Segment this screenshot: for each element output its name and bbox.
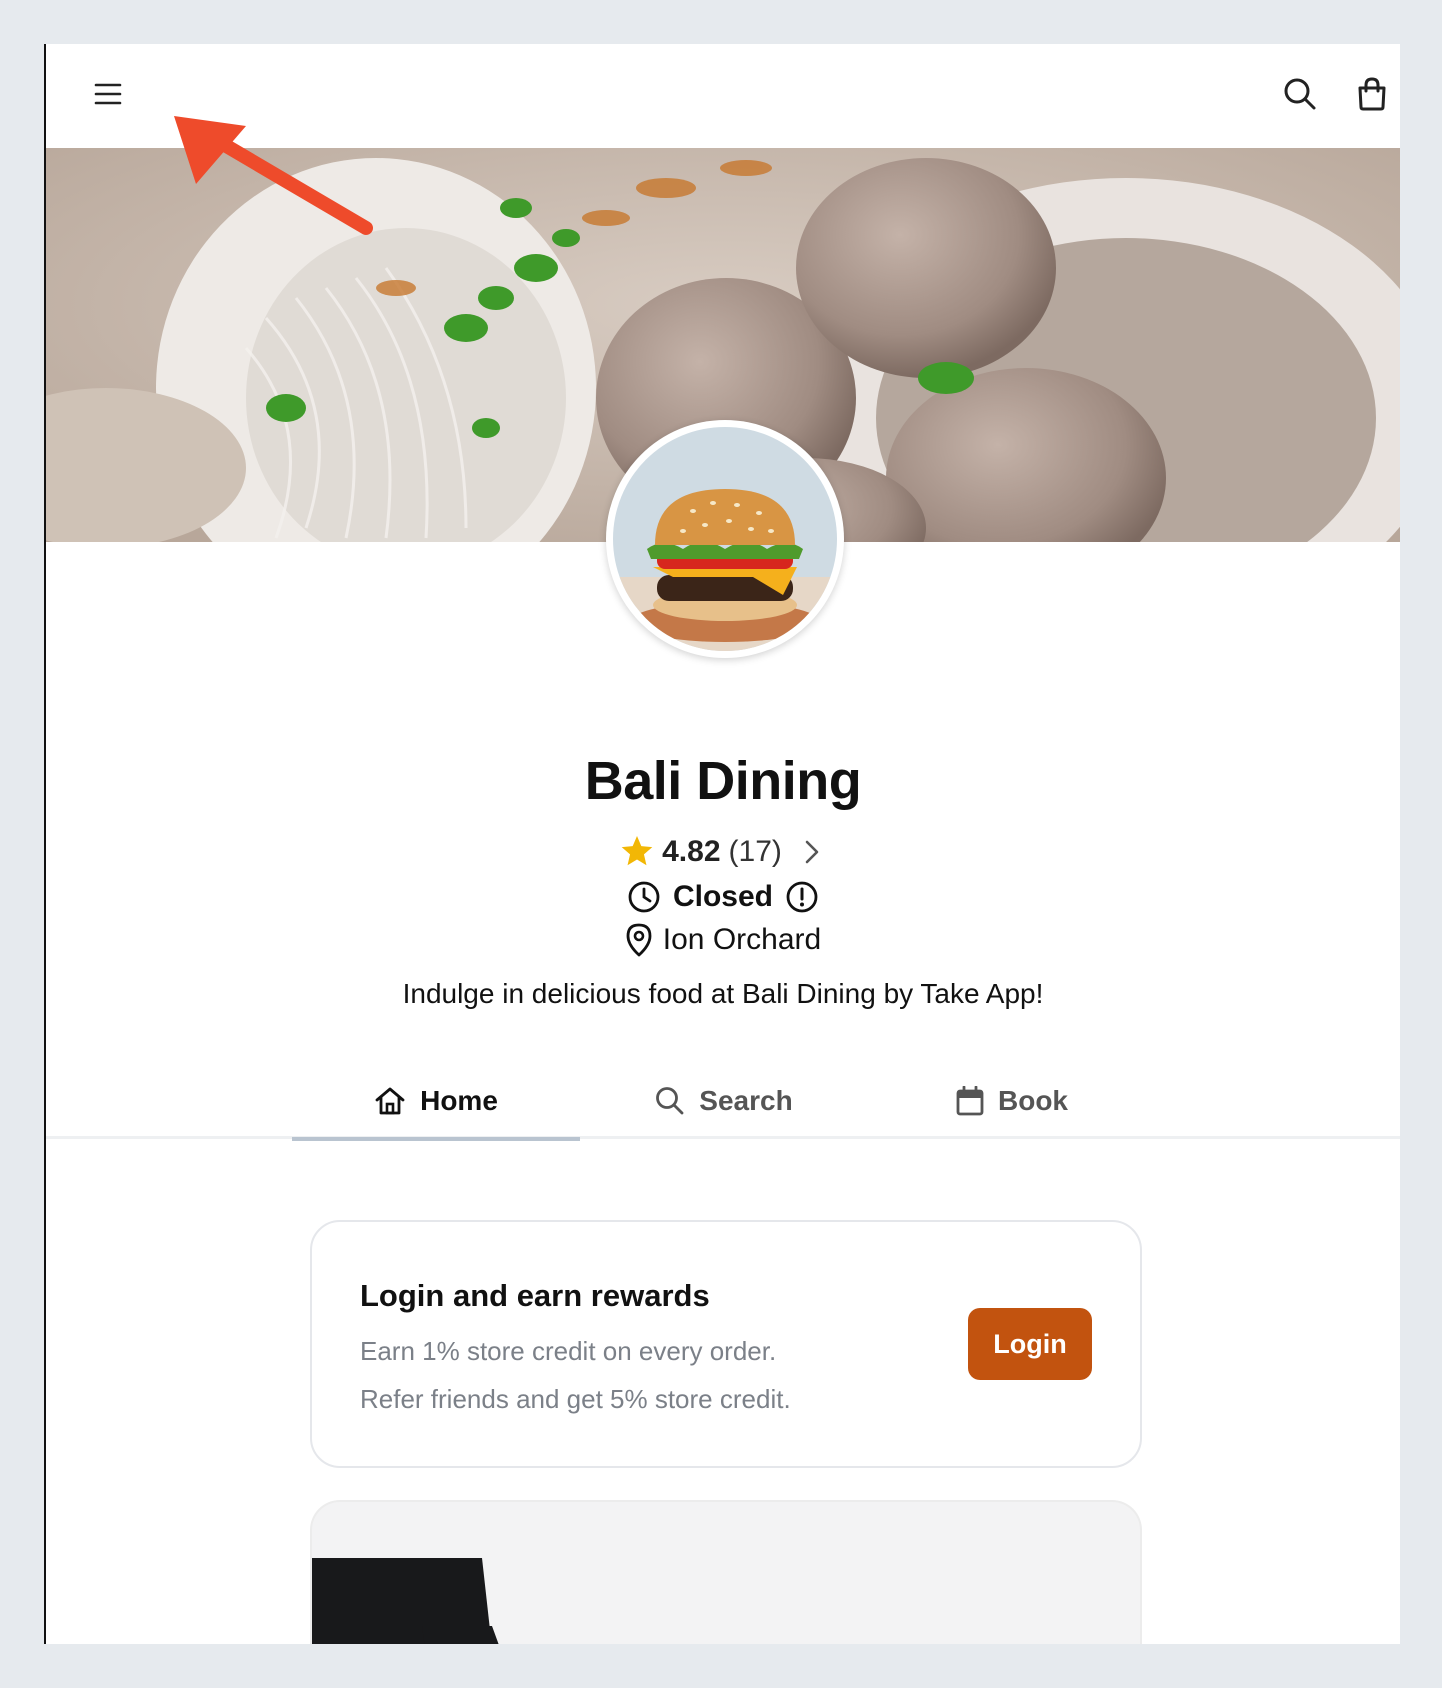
store-name: Bali Dining (584, 751, 862, 811)
hamburger-menu-icon (94, 83, 122, 105)
calendar-icon (956, 1086, 984, 1116)
rewards-title: Login and earn rewards (360, 1278, 710, 1313)
rewards-line-2: Refer friends and get 5% store credit. (360, 1384, 791, 1414)
tab-home[interactable]: Home (292, 1064, 580, 1141)
rewards-line-1: Earn 1% store credit on every order. (360, 1336, 777, 1366)
burger-logo-image (613, 427, 837, 651)
store-logo (606, 420, 844, 658)
location-row[interactable]: Ion Orchard (46, 920, 1400, 960)
star-icon (621, 836, 653, 866)
tab-search-label: Search (699, 1085, 793, 1116)
map-pin-icon (626, 923, 652, 957)
tab-book[interactable]: Book (868, 1064, 1156, 1138)
tab-search[interactable]: Search (580, 1064, 868, 1138)
search-icon (1284, 78, 1316, 110)
promo-banner-card[interactable] (310, 1500, 1142, 1644)
shopping-bag-icon (1358, 77, 1386, 111)
chevron-right-icon (805, 840, 819, 864)
home-icon (375, 1087, 405, 1115)
tab-book-label: Book (998, 1085, 1068, 1116)
search-button[interactable] (1272, 66, 1328, 122)
status-row[interactable]: Closed (46, 876, 1400, 918)
cart-button[interactable] (1344, 66, 1400, 122)
hamburger-menu-button[interactable] (80, 66, 136, 122)
rating-count: (17) (728, 835, 782, 868)
tab-home-label: Home (420, 1085, 498, 1116)
promo-banner-graphic (312, 1558, 499, 1644)
rating-row[interactable]: 4.82 (17) (46, 832, 1400, 872)
clock-icon (628, 881, 660, 913)
store-location: Ion Orchard (662, 923, 822, 956)
rewards-card: Login and earn rewards Earn 1% store cre… (310, 1220, 1142, 1468)
top-bar (46, 44, 1400, 148)
store-status: Closed (672, 880, 774, 913)
tab-bar: Home Search Book (292, 1064, 1158, 1141)
search-icon (656, 1087, 684, 1115)
store-description: Indulge in delicious food at Bali Dining… (402, 978, 1044, 1009)
page-frame: Bali Dining 4.82 (17) Closed Ion Orchard… (44, 44, 1400, 1644)
login-button[interactable]: Login (968, 1308, 1092, 1380)
info-alert-icon (786, 881, 818, 913)
rating-value: 4.82 (662, 835, 721, 868)
